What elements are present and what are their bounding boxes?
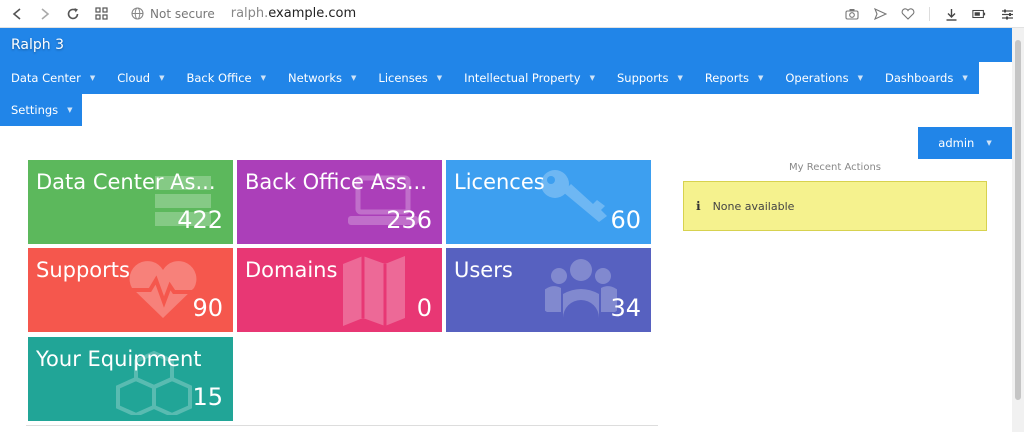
url-text: ralph.example.com	[231, 6, 356, 21]
reload-icon[interactable]	[66, 7, 80, 21]
caret-down-icon: ▼	[89, 74, 96, 82]
menu-intellectual-property[interactable]: Intellectual Property ▼	[453, 62, 606, 94]
menu-label: Reports	[704, 71, 749, 85]
menu-cloud[interactable]: Cloud ▼	[106, 62, 176, 94]
tile-count: 60	[610, 206, 641, 234]
app-title[interactable]: Ralph 3	[0, 28, 1012, 62]
caret-down-icon: ▼	[351, 74, 357, 82]
menu-licenses[interactable]: Licenses ▼	[367, 62, 454, 94]
tile-back-office-assets[interactable]: Back Office Ass... 236	[237, 160, 442, 244]
caret-down-icon: ▼	[436, 74, 443, 82]
menu-label: Data Center	[11, 71, 81, 85]
tile-title: Data Center As...	[36, 170, 216, 194]
map-icon	[343, 256, 405, 326]
menu-operations[interactable]: Operations ▼	[774, 62, 874, 94]
divider	[929, 7, 930, 21]
camera-icon[interactable]	[845, 7, 859, 21]
caret-down-icon: ▼	[589, 74, 595, 82]
forward-icon[interactable]	[38, 7, 52, 21]
caret-down-icon: ▼	[962, 74, 968, 82]
tile-count: 236	[386, 206, 432, 234]
recent-empty-text: None available	[712, 199, 795, 213]
tile-data-center-assets[interactable]: Data Center As... 422	[28, 160, 233, 244]
url-prefix: ralph.	[230, 6, 269, 21]
tile-title: Domains	[245, 258, 338, 282]
main-menu: Data Center ▼ Cloud ▼ Back Office ▼ Network…	[0, 62, 1012, 126]
browser-toolbar: Not secure ralph.example.com	[0, 0, 1024, 28]
tile-count: 422	[177, 206, 223, 234]
heart-icon[interactable]	[901, 7, 915, 21]
menu-settings[interactable]: Settings ▼	[0, 94, 82, 126]
menu-supports[interactable]: Supports ▼	[605, 62, 694, 94]
menu-row-secondary: Settings ▼	[0, 94, 82, 126]
menu-label: Licenses	[378, 71, 428, 85]
menu-label: Operations	[785, 71, 849, 85]
menu-label: Cloud	[117, 71, 151, 85]
download-icon[interactable]	[944, 7, 958, 21]
address-bar[interactable]: Not secure ralph.example.com	[130, 6, 356, 21]
menu-networks[interactable]: Networks ▼	[277, 62, 368, 94]
tile-licences[interactable]: Licences 60	[446, 160, 651, 244]
app-header: Ralph 3	[0, 28, 1012, 62]
heartbeat-icon	[128, 261, 198, 318]
recent-actions-notice: ℹ None available	[683, 181, 987, 231]
menu-label: Back Office	[186, 71, 252, 85]
url-domain: example.com	[268, 6, 357, 21]
menu-label: Intellectual Property	[464, 71, 581, 85]
tile-title: Users	[454, 258, 513, 282]
menu-label: Supports	[616, 71, 669, 85]
globe-icon	[130, 7, 144, 21]
tile-title: Supports	[36, 258, 130, 282]
key-icon	[541, 170, 607, 222]
caret-down-icon: ▼	[986, 139, 992, 147]
caret-down-icon: ▼	[159, 74, 165, 82]
tile-users[interactable]: Users 34	[446, 248, 651, 332]
menu-reports[interactable]: Reports ▼	[693, 62, 775, 94]
menu-row-primary: Data Center ▼ Cloud ▼ Back Office ▼ Network…	[0, 62, 979, 94]
caret-down-icon: ▼	[260, 74, 267, 82]
user-menu-button[interactable]: admin ▼	[918, 127, 1012, 159]
tile-title: Licences	[454, 170, 545, 194]
menu-dashboards[interactable]: Dashboards ▼	[873, 62, 979, 94]
tile-title: Back Office Ass...	[245, 170, 427, 194]
page-scrollbar[interactable]	[1012, 28, 1024, 432]
caret-down-icon: ▼	[677, 74, 683, 82]
tile-count: 0	[416, 294, 432, 322]
back-icon[interactable]	[10, 7, 24, 21]
tile-title: Your Equipment	[36, 347, 202, 371]
username: admin	[938, 136, 975, 150]
users-icon	[545, 259, 617, 318]
tile-count: 90	[192, 294, 223, 322]
tile-your-equipment[interactable]: Your Equipment 15	[28, 337, 233, 421]
info-icon: ℹ	[696, 199, 701, 213]
caret-down-icon: ▼	[857, 74, 863, 82]
battery-icon	[972, 7, 986, 21]
send-icon[interactable]	[873, 7, 887, 21]
divider	[26, 425, 658, 426]
menu-back-office[interactable]: Back Office ▼	[175, 62, 278, 94]
tile-domains[interactable]: Domains 0	[237, 248, 442, 332]
recent-actions-title: My Recent Actions	[789, 162, 881, 173]
menu-label: Dashboards	[884, 71, 954, 85]
menu-label: Settings	[11, 103, 59, 117]
scrollbar-thumb[interactable]	[1015, 40, 1021, 400]
tile-count: 34	[610, 294, 641, 322]
caret-down-icon: ▼	[67, 106, 73, 114]
security-label: Not secure	[150, 6, 215, 21]
menu-data-center[interactable]: Data Center ▼	[0, 62, 107, 94]
tile-count: 15	[192, 383, 223, 411]
menu-label: Networks	[288, 71, 343, 85]
tile-supports[interactable]: Supports 90	[28, 248, 233, 332]
caret-down-icon: ▼	[757, 74, 764, 82]
apps-grid-icon[interactable]	[94, 7, 108, 21]
settings-sliders-icon[interactable]	[1000, 7, 1014, 21]
